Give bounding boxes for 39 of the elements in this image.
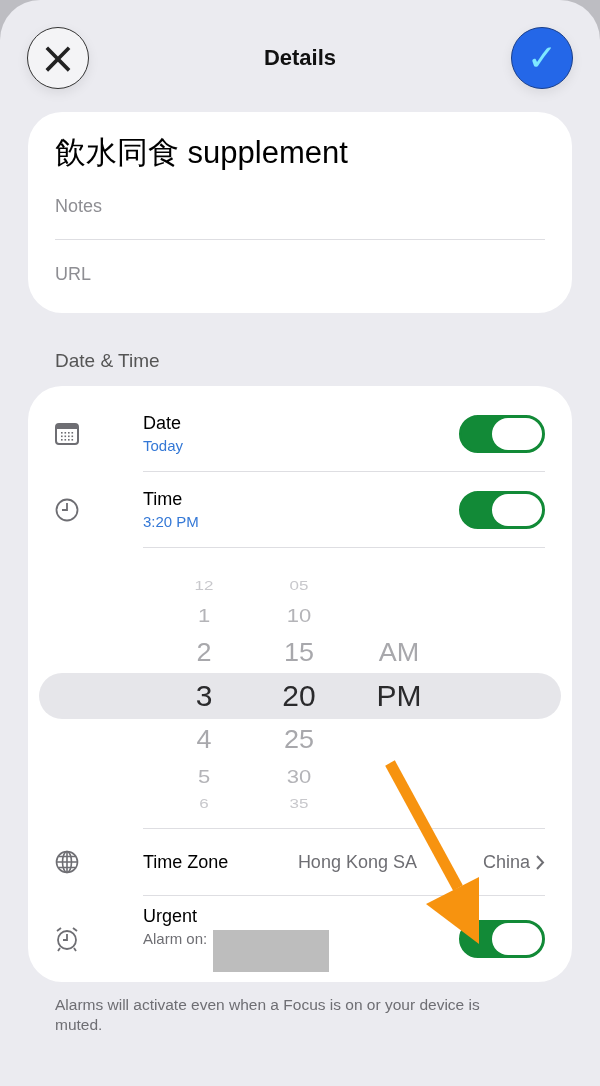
picker-value[interactable]: PM [376,673,422,719]
toggle-switch[interactable] [459,414,545,453]
toggle-switch[interactable] [459,920,545,958]
notes-input[interactable]: Notes [55,196,545,217]
row-label: Urgent [143,906,199,927]
footnote: Alarms will activate even when a Focus is on or your device is muted. [54,995,481,1036]
row-label: Time [143,489,184,510]
confirm-button[interactable]: ✓ [511,27,573,89]
section-header: Date & Time [54,349,161,373]
reminder-title: 飲水同食 supplement [55,134,349,172]
picker-value[interactable]: 3 [195,673,213,719]
chevron-right-icon [536,854,545,870]
url-field[interactable]: URL [55,240,545,307]
row-value[interactable]: Today [143,437,459,454]
row-label: Date [143,413,183,434]
picker-value[interactable]: 5 [197,762,211,791]
alarm-clock-icon [55,926,79,952]
picker-value[interactable]: 1 [197,601,211,630]
url-input[interactable]: URL [55,264,545,285]
toggle-switch[interactable] [459,490,545,529]
clock-icon [55,497,79,522]
globe-icon [55,850,79,874]
time-zone-value[interactable]: China [482,851,530,873]
row-value[interactable]: 3:20 PM [143,513,459,530]
close-button[interactable]: × [27,27,89,89]
picker-value[interactable]: 20 [282,673,316,719]
screen-title: Details [263,45,337,71]
picker-value[interactable]: 25 [283,720,314,759]
picker-value[interactable]: 30 [286,762,312,791]
notes-field[interactable]: Notes [55,186,545,239]
calendar-icon [55,422,79,445]
picker-value[interactable]: AM [378,633,420,672]
time-zone-value[interactable]: Hong Kong SA [297,851,417,873]
alarm-subtitle: Alarm on: [143,930,208,947]
picker-value[interactable]: 4 [196,720,212,759]
picker-value[interactable]: 10 [286,601,312,630]
picker-value[interactable]: 2 [196,633,212,672]
row-label: Time Zone [143,851,230,873]
picker-value[interactable]: 15 [283,633,314,672]
